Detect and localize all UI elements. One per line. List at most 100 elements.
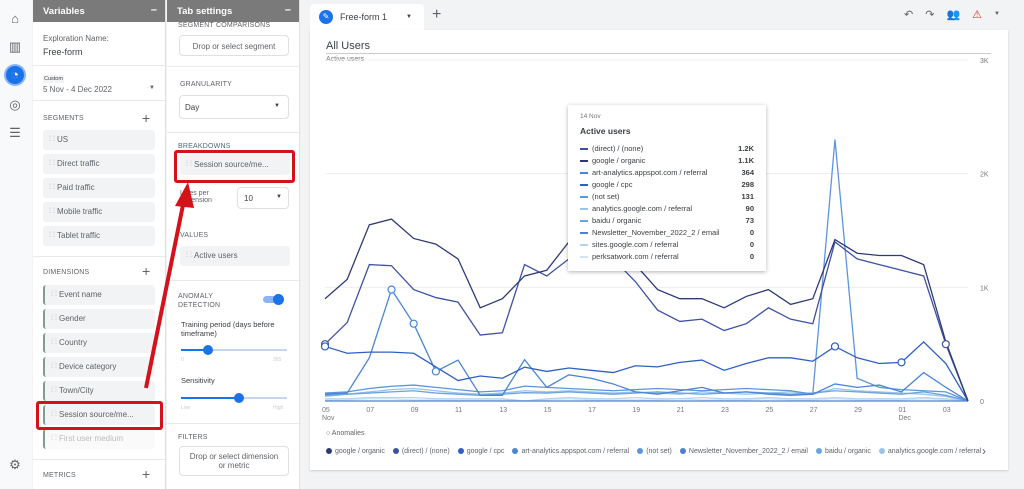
- variables-panel: Variables – Exploration Name: Free-form C…: [33, 0, 166, 489]
- sensitivity-max: High: [273, 405, 284, 411]
- series-swatch: [580, 207, 588, 210]
- minimize-icon[interactable]: –: [151, 4, 157, 16]
- tooltip-row-label: baidu / organic: [592, 215, 642, 225]
- slider-handle[interactable]: [202, 345, 213, 355]
- y-tick-label: 0: [980, 399, 984, 406]
- dropdown-icon: ▼: [274, 103, 280, 109]
- tooltip-row-value: 1.1K: [738, 155, 754, 165]
- add-tab-button[interactable]: +: [432, 6, 441, 24]
- series-swatch: [580, 243, 588, 246]
- tooltip-row-label: sites.google.com / referral: [592, 239, 679, 249]
- lines-per-dimension-select[interactable]: 10 ▼: [237, 187, 289, 209]
- settings-icon[interactable]: ⚙: [6, 456, 24, 474]
- series-swatch: [580, 255, 588, 258]
- home-icon[interactable]: ⌂: [6, 10, 24, 28]
- anomaly-point[interactable]: [387, 285, 396, 294]
- tooltip-row-value: 90: [745, 203, 754, 213]
- legend-label: art-analytics.appspot.com / referral: [521, 448, 630, 455]
- granularity-label: GRANULARITY: [180, 81, 232, 88]
- segment-comparisons-label: SEGMENT COMPARISONS: [178, 22, 271, 29]
- segment-chip[interactable]: Tablet traffic: [43, 226, 155, 246]
- granularity-select[interactable]: Day ▼: [179, 95, 289, 119]
- tooltip-row: google / organic 1.1K: [580, 154, 754, 166]
- series-swatch: [580, 159, 588, 162]
- exploration-name[interactable]: Free-form: [43, 47, 83, 57]
- legend-item[interactable]: Newsletter_November_2022_2 / email: [679, 448, 808, 455]
- legend-item[interactable]: google / cpc: [457, 448, 505, 455]
- legend-item[interactable]: baidu / organic: [815, 448, 871, 455]
- x-tick-label: 01 Dec: [898, 407, 911, 422]
- warning-icon[interactable]: ⚠: [972, 8, 982, 21]
- value-chip[interactable]: Active users: [180, 246, 290, 266]
- slider-handle[interactable]: [234, 393, 245, 403]
- dimension-chip[interactable]: Gender: [43, 309, 155, 329]
- undo-icon[interactable]: ↶: [904, 8, 913, 21]
- anomaly-circle-icon: ○: [326, 430, 331, 437]
- dropdown-icon[interactable]: ▼: [406, 14, 412, 20]
- segment-chip[interactable]: Direct traffic: [43, 154, 155, 174]
- legend-item[interactable]: google / organic: [326, 448, 385, 455]
- x-tick-label: 23: [721, 407, 729, 414]
- dimension-chip[interactable]: Country: [43, 333, 155, 353]
- tooltip-row: (direct) / (none) 1.2K: [580, 142, 754, 154]
- add-metric-icon[interactable]: +: [142, 466, 150, 482]
- x-tick-label: 03: [943, 407, 951, 414]
- sensitivity-slider[interactable]: [181, 393, 287, 403]
- tooltip-row-value: 73: [745, 215, 754, 225]
- anomaly-point[interactable]: [409, 319, 418, 328]
- dimension-chip[interactable]: Town/City: [43, 381, 155, 401]
- legend-label: google / organic: [335, 448, 385, 455]
- add-segment-icon[interactable]: +: [142, 110, 150, 126]
- anomaly-toggle[interactable]: [263, 294, 284, 305]
- segment-chip[interactable]: Mobile traffic: [43, 202, 155, 222]
- share-icon[interactable]: 👥: [946, 8, 960, 21]
- dimension-chip[interactable]: First user medium: [43, 429, 155, 449]
- add-dimension-icon[interactable]: +: [142, 263, 150, 279]
- legend-item[interactable]: art-analytics.appspot.com / referral: [512, 448, 629, 455]
- redo-icon[interactable]: ↷: [925, 8, 934, 21]
- sensitivity-label: Sensitivity: [181, 376, 215, 385]
- advertising-icon[interactable]: ◎: [6, 96, 24, 114]
- dimension-chip[interactable]: Event name: [43, 285, 155, 305]
- date-range-picker[interactable]: 5 Nov - 4 Dec 2022 ▼: [43, 85, 155, 94]
- legend-dot-icon: [512, 448, 519, 455]
- metrics-label: METRICS: [43, 472, 76, 479]
- x-tick-label: 17: [588, 407, 596, 414]
- granularity-value: Day: [185, 103, 200, 112]
- anomaly-point[interactable]: [431, 367, 440, 376]
- legend-item[interactable]: (direct) / (none): [392, 448, 450, 455]
- segment-drop-zone[interactable]: Drop or select segment: [179, 35, 289, 56]
- legend-label: google / cpc: [466, 448, 505, 455]
- variables-title: Variables: [43, 6, 85, 17]
- filters-drop-zone[interactable]: Drop or select dimension or metric: [179, 446, 289, 476]
- anomaly-point[interactable]: [830, 342, 840, 351]
- legend-item[interactable]: (not set): [637, 448, 672, 455]
- legend-next-button[interactable]: ›: [982, 444, 986, 458]
- breakdowns-label: BREAKDOWNS: [178, 143, 231, 150]
- tab-settings-title: Tab settings: [177, 6, 233, 17]
- x-tick-label: 29: [854, 407, 862, 414]
- configure-icon[interactable]: ☰: [6, 124, 24, 142]
- tooltip-row-value: 131: [741, 191, 754, 201]
- tooltip-row-label: art-analytics.appspot.com / referral: [592, 167, 708, 177]
- date-range: 5 Nov - 4 Dec 2022: [43, 85, 112, 94]
- tab-free-form-1[interactable]: ✎ Free-form 1 ▼: [310, 4, 424, 30]
- x-tick-label: 15: [544, 407, 552, 414]
- explore-icon[interactable]: ◔: [6, 66, 24, 84]
- anomaly-point[interactable]: [320, 342, 330, 351]
- x-tick-label: 09: [411, 407, 419, 414]
- segment-chip[interactable]: Paid traffic: [43, 178, 155, 198]
- x-tick-label: 07: [366, 407, 374, 414]
- reports-icon[interactable]: ▥: [6, 38, 24, 56]
- chart-card: All Users Active users 01K2K3K05Nov07091…: [310, 30, 1008, 470]
- anomaly-point[interactable]: [941, 340, 950, 349]
- tooltip-title: Active users: [580, 126, 631, 136]
- minimize-icon[interactable]: –: [285, 4, 291, 16]
- tooltip-row: art-analytics.appspot.com / referral 364: [580, 166, 754, 178]
- dropdown-icon[interactable]: ▼: [994, 8, 1000, 21]
- training-slider[interactable]: [181, 345, 287, 355]
- dimension-chip[interactable]: Device category: [43, 357, 155, 377]
- segment-chip[interactable]: US: [43, 130, 155, 150]
- legend-item[interactable]: analytics.google.com / referral: [878, 448, 981, 455]
- anomaly-point[interactable]: [897, 358, 906, 367]
